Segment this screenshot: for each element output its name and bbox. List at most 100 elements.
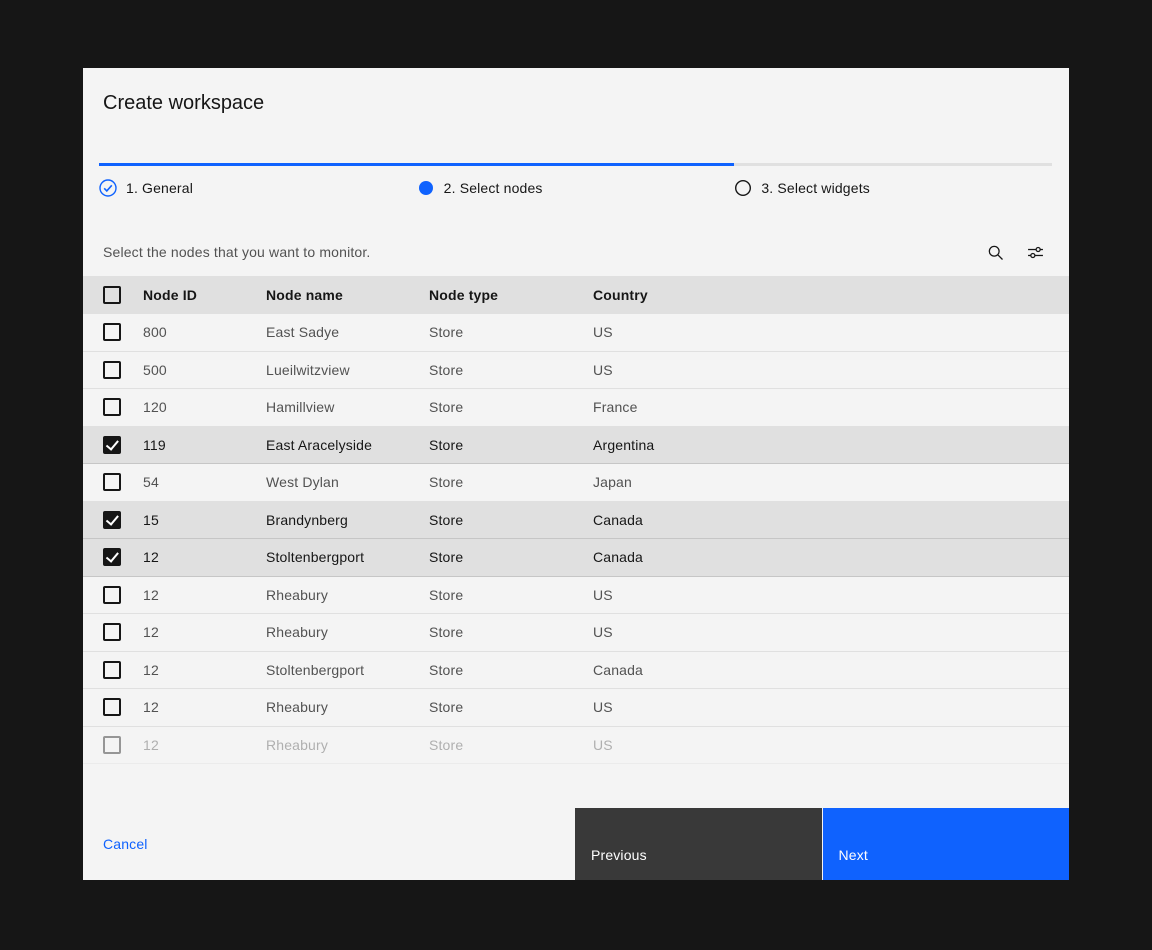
create-workspace-modal: Create workspace 1. General xyxy=(83,68,1069,880)
row-checkbox[interactable] xyxy=(103,511,121,529)
table-header-row: Node IDNode nameNode typeCountry xyxy=(83,276,1069,314)
row-checkbox[interactable] xyxy=(103,586,121,604)
table-row[interactable]: 12 Rheabury Store US xyxy=(83,689,1069,727)
table-row[interactable]: 54 West Dylan Store Japan xyxy=(83,464,1069,502)
table-row[interactable]: 800 East Sadye Store US xyxy=(83,314,1069,352)
cell-node-name: Rheabury xyxy=(266,737,429,753)
previous-button[interactable]: Previous xyxy=(575,808,822,880)
footer-buttons: Previous Next xyxy=(575,808,1069,880)
column-header: Node name xyxy=(266,287,429,303)
cell-country: Canada xyxy=(593,512,1069,528)
cell-node-id: 12 xyxy=(143,662,266,678)
row-checkbox-cell xyxy=(103,586,143,604)
row-checkbox[interactable] xyxy=(103,623,121,641)
cell-node-name: East Aracelyside xyxy=(266,437,429,453)
cell-node-type: Store xyxy=(429,699,593,715)
row-checkbox[interactable] xyxy=(103,548,121,566)
table-row[interactable]: 15 Brandynberg Store Canada xyxy=(83,502,1069,540)
cell-country: Argentina xyxy=(593,437,1069,453)
cell-country: US xyxy=(593,624,1069,640)
progress-step[interactable]: 1. General xyxy=(99,163,417,197)
table-row[interactable]: 12 Rheabury Store US xyxy=(83,577,1069,615)
cell-node-name: East Sadye xyxy=(266,324,429,340)
cell-country: Canada xyxy=(593,549,1069,565)
cell-node-name: Lueilwitzview xyxy=(266,362,429,378)
cell-node-id: 500 xyxy=(143,362,266,378)
row-checkbox[interactable] xyxy=(103,323,121,341)
cell-node-type: Store xyxy=(429,737,593,753)
cell-country: Canada xyxy=(593,662,1069,678)
table-body: 800 East Sadye Store US 500 Lueilwitzvie… xyxy=(83,314,1069,764)
select-all-cell xyxy=(103,286,143,304)
cell-node-type: Store xyxy=(429,324,593,340)
row-checkbox-cell xyxy=(103,361,143,379)
cell-node-id: 800 xyxy=(143,324,266,340)
table-row[interactable]: 12 Stoltenbergport Store Canada xyxy=(83,652,1069,690)
cell-node-type: Store xyxy=(429,474,593,490)
cell-node-name: Hamillview xyxy=(266,399,429,415)
table-row[interactable]: 120 Hamillview Store France xyxy=(83,389,1069,427)
column-header: Node ID xyxy=(143,287,266,303)
row-checkbox[interactable] xyxy=(103,661,121,679)
search-button[interactable] xyxy=(975,232,1015,272)
row-checkbox-cell xyxy=(103,511,143,529)
cell-node-name: Brandynberg xyxy=(266,512,429,528)
table-description: Select the nodes that you want to monito… xyxy=(83,244,975,260)
next-button[interactable]: Next xyxy=(822,808,1070,880)
nodes-table: Node IDNode nameNode typeCountry 800 Eas… xyxy=(83,276,1069,764)
table-row[interactable]: 119 East Aracelyside Store Argentina xyxy=(83,427,1069,465)
cell-node-name: Stoltenbergport xyxy=(266,549,429,565)
cell-node-id: 12 xyxy=(143,549,266,565)
cell-node-id: 12 xyxy=(143,737,266,753)
search-icon xyxy=(987,244,1004,261)
current-step-dot-icon xyxy=(417,179,435,197)
cell-node-type: Store xyxy=(429,662,593,678)
cell-node-id: 119 xyxy=(143,437,266,453)
progress-step[interactable]: 3. Select widgets xyxy=(734,163,1052,197)
cell-country: US xyxy=(593,587,1069,603)
step-label: 3. Select widgets xyxy=(761,180,870,196)
cell-country: Japan xyxy=(593,474,1069,490)
column-header: Node type xyxy=(429,287,593,303)
cell-country: US xyxy=(593,362,1069,378)
row-checkbox[interactable] xyxy=(103,698,121,716)
toolbar-actions xyxy=(975,232,1055,272)
progress-step[interactable]: 2. Select nodes xyxy=(417,163,735,197)
cancel-link[interactable]: Cancel xyxy=(103,836,148,852)
check-circle-icon xyxy=(99,179,117,197)
settings-adjust-icon xyxy=(1027,244,1044,261)
row-checkbox[interactable] xyxy=(103,398,121,416)
cell-node-name: Rheabury xyxy=(266,624,429,640)
table-row[interactable]: 12 Rheabury Store US xyxy=(83,727,1069,765)
cell-node-type: Store xyxy=(429,512,593,528)
cell-node-name: Rheabury xyxy=(266,587,429,603)
row-checkbox[interactable] xyxy=(103,361,121,379)
cell-node-id: 12 xyxy=(143,587,266,603)
row-checkbox[interactable] xyxy=(103,736,121,754)
cell-node-type: Store xyxy=(429,587,593,603)
row-checkbox-cell xyxy=(103,736,143,754)
cell-node-type: Store xyxy=(429,437,593,453)
circle-outline-icon xyxy=(734,179,752,197)
table-row[interactable]: 500 Lueilwitzview Store US xyxy=(83,352,1069,390)
row-checkbox-cell xyxy=(103,661,143,679)
cell-country: US xyxy=(593,699,1069,715)
row-checkbox[interactable] xyxy=(103,436,121,454)
cell-node-id: 12 xyxy=(143,624,266,640)
row-checkbox-cell xyxy=(103,473,143,491)
row-checkbox[interactable] xyxy=(103,473,121,491)
cell-node-type: Store xyxy=(429,399,593,415)
row-checkbox-cell xyxy=(103,436,143,454)
modal-footer: Cancel Previous Next xyxy=(83,808,1069,880)
modal-title: Create workspace xyxy=(103,92,264,115)
row-checkbox-cell xyxy=(103,398,143,416)
select-all-checkbox[interactable] xyxy=(103,286,121,304)
table-row[interactable]: 12 Rheabury Store US xyxy=(83,614,1069,652)
column-header: Country xyxy=(593,287,1069,303)
cell-node-id: 54 xyxy=(143,474,266,490)
row-checkbox-cell xyxy=(103,548,143,566)
filter-button[interactable] xyxy=(1015,232,1055,272)
progress-indicator: 1. General 2. Select nodes xyxy=(99,163,1052,197)
cell-country: France xyxy=(593,399,1069,415)
table-row[interactable]: 12 Stoltenbergport Store Canada xyxy=(83,539,1069,577)
